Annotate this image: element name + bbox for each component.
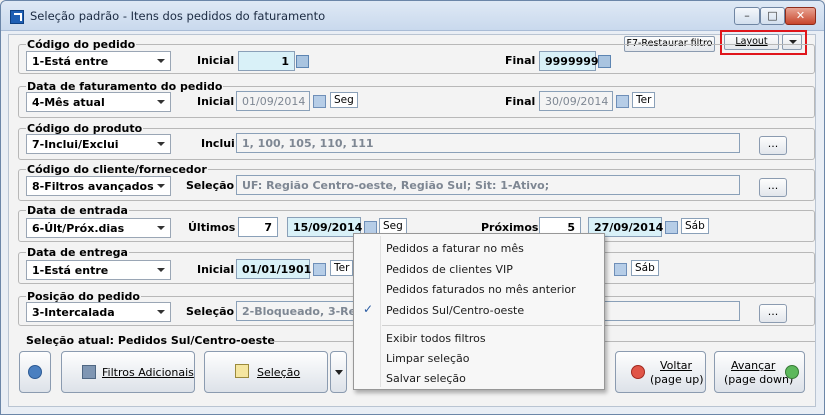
menu-item-exibir-filtros[interactable]: Exibir todos filtros <box>386 332 486 345</box>
codigo-pedido-final-label: Final <box>505 54 536 67</box>
avancar-button[interactable]: Avançar (page down) <box>714 351 805 393</box>
data-entrega-combo-value: 1-Está entre <box>32 264 109 277</box>
edit-icon <box>235 364 249 378</box>
selecao-dropdown-button[interactable] <box>330 351 347 393</box>
codigo-pedido-final-input[interactable]: 9999999 <box>539 51 599 71</box>
menu-separator <box>382 325 602 326</box>
search-icon[interactable] <box>296 55 309 68</box>
data-entrada-proximos-day: Sáb <box>681 218 709 234</box>
voltar-label: Voltar <box>660 359 693 372</box>
data-faturamento-inicial-label: Inicial <box>197 95 235 108</box>
posicao-pedido-selecao-label: Seleção <box>186 305 235 318</box>
menu-item-limpar-selecao[interactable]: Limpar seleção <box>386 352 469 365</box>
arrow-left-icon <box>631 365 645 379</box>
filter-icon <box>82 365 96 379</box>
selecao-button[interactable]: Seleção <box>204 351 328 393</box>
codigo-pedido-combo-value: 1-Está entre <box>32 55 109 68</box>
avancar-sub-label: (page down) <box>724 373 794 386</box>
calendar-icon[interactable] <box>313 263 326 276</box>
calendar-icon[interactable] <box>665 221 678 234</box>
codigo-produto-inclui-input[interactable]: 1, 100, 105, 110, 111 <box>236 133 740 153</box>
codigo-pedido-label: Código do pedido <box>26 38 137 51</box>
data-faturamento-combo[interactable]: 4-Mês atual <box>26 92 171 112</box>
selection-menu: Pedidos a faturar no mês Pedidos de clie… <box>353 233 605 390</box>
codigo-produto-combo-value: 7-Inclui/Exclui <box>32 138 119 151</box>
filtros-adicionais-button[interactable]: Filtros Adicionais <box>61 351 195 393</box>
help-icon <box>28 365 42 379</box>
posicao-pedido-more-button[interactable]: ... <box>759 304 787 323</box>
data-entrega-inicial-day: Ter <box>330 260 354 276</box>
close-icon: ✕ <box>795 9 806 22</box>
posicao-pedido-combo[interactable]: 3-Intercalada <box>26 302 171 322</box>
data-entrada-combo[interactable]: 6-Últ/Próx.dias <box>26 218 171 238</box>
chevron-down-icon <box>157 142 165 146</box>
window-title: Seleção padrão - Itens dos pedidos do fa… <box>30 9 326 23</box>
calendar-icon[interactable] <box>313 95 326 108</box>
calendar-icon[interactable] <box>614 263 627 276</box>
voltar-button[interactable]: Voltar (page up) <box>615 351 706 393</box>
chevron-down-icon <box>157 59 165 63</box>
chevron-down-icon <box>157 310 165 314</box>
chevron-down-icon <box>157 226 165 230</box>
codigo-pedido-combo[interactable]: 1-Está entre <box>26 51 171 71</box>
app-icon <box>10 10 24 24</box>
data-faturamento-combo-value: 4-Mês atual <box>32 96 105 109</box>
codigo-cliente-more-button[interactable]: ... <box>759 178 787 197</box>
avancar-label: Avançar <box>731 359 776 372</box>
data-entrada-ultimos-input[interactable]: 7 <box>238 217 278 237</box>
data-entrega-combo[interactable]: 1-Está entre <box>26 260 171 280</box>
selecao-label: Seleção <box>257 366 301 379</box>
calendar-icon[interactable] <box>616 95 629 108</box>
codigo-cliente-combo[interactable]: 8-Filtros avançados <box>26 176 171 196</box>
chevron-down-icon <box>157 100 165 104</box>
data-entrega-final-day: Sáb <box>631 260 659 276</box>
posicao-pedido-combo-value: 3-Intercalada <box>32 306 115 319</box>
data-entrada-ultimos-label: Últimos <box>188 221 236 234</box>
minimize-button[interactable]: – <box>734 7 760 25</box>
menu-gutter <box>380 236 381 387</box>
filtros-adicionais-label: Filtros Adicionais <box>102 366 194 379</box>
codigo-produto-combo[interactable]: 7-Inclui/Exclui <box>26 134 171 154</box>
menu-item-pedidos-sul[interactable]: Pedidos Sul/Centro-oeste <box>386 304 524 317</box>
search-icon[interactable] <box>598 55 611 68</box>
data-faturamento-final-input[interactable]: 30/09/2014 <box>539 91 613 111</box>
arrow-right-icon <box>785 365 799 379</box>
maximize-button[interactable]: □ <box>760 7 785 25</box>
menu-item-pedidos-vip[interactable]: Pedidos de clientes VIP <box>386 263 513 276</box>
codigo-cliente-selecao-label: Seleção <box>186 179 235 192</box>
data-entrada-label: Data de entrada <box>26 204 129 217</box>
data-entrada-combo-value: 6-Últ/Próx.dias <box>32 222 125 235</box>
codigo-produto-inclui-label: Inclui <box>201 137 235 150</box>
data-entrega-inicial-input[interactable]: 01/01/1901 <box>236 259 311 279</box>
title-bar: Seleção padrão - Itens dos pedidos do fa… <box>1 1 824 31</box>
menu-item-salvar-selecao[interactable]: Salvar seleção <box>386 372 466 385</box>
minimize-icon: – <box>744 9 750 22</box>
chevron-down-icon <box>157 184 165 188</box>
voltar-sub-label: (page up) <box>650 373 704 386</box>
data-faturamento-inicial-input[interactable]: 01/09/2014 <box>236 91 310 111</box>
data-faturamento-final-label: Final <box>505 95 536 108</box>
maximize-icon: □ <box>767 9 778 22</box>
data-entrada-ultimos-day: Seg <box>379 218 407 234</box>
help-button[interactable] <box>19 351 51 393</box>
current-selection-label: Seleção atual: Pedidos Sul/Centro-oeste <box>26 334 275 347</box>
codigo-cliente-label: Código do cliente/fornecedor <box>26 163 208 176</box>
data-entrega-inicial-label: Inicial <box>197 263 235 276</box>
data-faturamento-inicial-day: Seg <box>330 92 358 108</box>
close-button[interactable]: ✕ <box>785 7 816 25</box>
codigo-cliente-combo-value: 8-Filtros avançados <box>32 180 154 193</box>
codigo-produto-more-button[interactable]: ... <box>759 136 787 155</box>
codigo-cliente-selecao-input[interactable]: UF: Região Centro-oeste, Região Sul; Sit… <box>236 175 740 195</box>
codigo-pedido-inicial-label: Inicial <box>197 54 235 67</box>
check-icon: ✓ <box>363 302 374 316</box>
menu-item-pedidos-faturar[interactable]: Pedidos a faturar no mês <box>386 242 524 255</box>
chevron-down-icon <box>335 370 343 375</box>
menu-item-pedidos-mes-anterior[interactable]: Pedidos faturados no mês anterior <box>386 283 576 296</box>
data-entrega-label: Data de entrega <box>26 246 129 259</box>
codigo-pedido-inicial-input[interactable]: 1 <box>238 51 295 71</box>
data-entrada-ultimos-date[interactable]: 15/09/2014 <box>287 217 362 237</box>
chevron-down-icon <box>157 268 165 272</box>
data-faturamento-final-day: Ter <box>632 92 656 108</box>
